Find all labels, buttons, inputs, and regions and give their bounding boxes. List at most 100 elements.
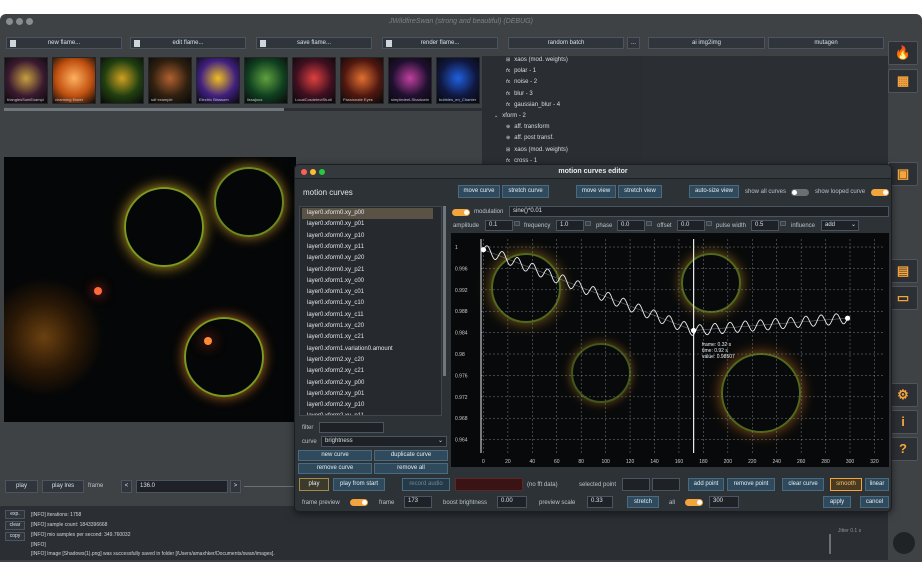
editor-minimize-dot[interactable]	[310, 169, 316, 175]
frequency-stepper[interactable]	[585, 221, 591, 226]
move-view-button[interactable]: move view	[576, 185, 616, 198]
curve-list-item[interactable]: layer0.xform1.xy_c11	[302, 310, 433, 321]
settings-button[interactable]: ⚙	[888, 383, 918, 407]
frequency-field[interactable]: 1.0	[556, 220, 584, 231]
frame-slider[interactable]	[244, 486, 296, 487]
save-flame-button[interactable]: save flame...	[256, 37, 372, 49]
flame-thumbnail[interactable]: bubbles_en_Chanter	[436, 57, 480, 104]
grid-button[interactable]: ▦	[888, 69, 918, 93]
flame-thumbnail[interactable]	[100, 57, 144, 104]
preview-scale-field[interactable]: 0.33	[587, 496, 613, 508]
tree-item[interactable]: ⊕ aff. transform	[506, 124, 549, 130]
show-all-curves-toggle[interactable]	[791, 189, 809, 196]
curve-select[interactable]: brightness ⌄	[321, 436, 447, 447]
amplitude-stepper[interactable]	[514, 221, 520, 226]
play-lres-button[interactable]: play lres	[42, 480, 84, 493]
tree-item[interactable]: ⊕ aff. post transf.	[506, 135, 554, 141]
new-curve-button[interactable]: new curve	[298, 450, 372, 461]
modulation-input[interactable]: sine()*0.01	[509, 206, 889, 217]
frame-field[interactable]: 136.0	[136, 480, 228, 493]
transform-tree[interactable]: ⊞ xaos (mod. weights) 𝑓x polar - 1 𝑓x noise -…	[482, 56, 642, 179]
play-button[interactable]: play	[5, 480, 38, 493]
render-flame-button[interactable]: render flame...	[382, 37, 498, 49]
pulse-width-field[interactable]: 0.5	[751, 220, 779, 231]
next-frame-button[interactable]: >	[230, 480, 241, 493]
curve-list-item[interactable]: layer0.xform1.xy_c20	[302, 321, 433, 332]
offset-field[interactable]: 0.0	[677, 220, 705, 231]
clear-log-button[interactable]: clear	[5, 521, 25, 530]
edit-flame-button[interactable]: edit flame...	[130, 37, 246, 49]
add-point-button[interactable]: add point	[688, 478, 724, 491]
remove-curve-button[interactable]: remove curve	[298, 463, 372, 474]
filter-input[interactable]	[319, 422, 384, 433]
curve-list-item[interactable]: layer0.xform1.xy_c21	[302, 332, 433, 343]
modulation-toggle[interactable]	[452, 209, 470, 216]
editor-maximize-dot[interactable]	[319, 169, 325, 175]
remove-point-button[interactable]: remove point	[727, 478, 775, 491]
linear-button[interactable]: linear	[865, 478, 889, 491]
tree-item[interactable]: ⊞ xaos (mod. weights)	[506, 57, 568, 63]
curve-list-item[interactable]: layer0.xform0.xy_p01	[302, 219, 433, 230]
frame-preview-toggle[interactable]	[350, 499, 368, 506]
tree-item[interactable]: 𝑓x blur - 3	[506, 91, 533, 97]
record-audio-button[interactable]: record audio	[402, 478, 450, 491]
offset-stepper[interactable]	[706, 221, 712, 226]
selected-point-y-field[interactable]	[652, 478, 680, 491]
info-button[interactable]: i	[888, 410, 918, 434]
new-flame-button[interactable]: new flame...	[6, 37, 122, 49]
tree-item[interactable]: 𝑓x noise - 2	[506, 79, 537, 85]
remove-all-button[interactable]: remove all	[374, 463, 448, 474]
curve-list-item[interactable]: layer0.xform2.xy_p11	[302, 411, 433, 415]
editor-frame-field[interactable]: 173	[404, 496, 432, 508]
smooth-button[interactable]: smooth	[830, 478, 862, 491]
export-log-button[interactable]: exp.	[5, 510, 25, 519]
stretch-button[interactable]: stretch	[627, 496, 659, 508]
mutagen-button[interactable]: mutagen	[768, 37, 884, 49]
copy-log-button[interactable]: copy	[5, 532, 25, 541]
tree-item[interactable]: ⊞ xaos (mod. weights)	[506, 147, 568, 153]
curve-list-item[interactable]: layer0.xform0.xy_p20	[302, 253, 433, 264]
all-frames-field[interactable]: 300	[709, 496, 739, 508]
curve-list-scrollbar[interactable]	[443, 206, 446, 376]
audio-button[interactable]: ▣	[888, 162, 918, 186]
curve-list-item[interactable]: layer0.xform2.xy_c21	[302, 366, 433, 377]
curve-list-item[interactable]: layer0.xform0.xy_p21	[302, 265, 433, 276]
flame-thumbnail[interactable]: Passionate Eyes	[340, 57, 384, 104]
phase-field[interactable]: 0.0	[617, 220, 645, 231]
folder-button[interactable]: ▭	[888, 286, 918, 310]
tree-item[interactable]: 𝑓x cross - 1	[506, 158, 537, 164]
selected-point-x-field[interactable]	[622, 478, 650, 491]
curve-list-item[interactable]: layer0.xform0.xy_p10	[302, 231, 433, 242]
random-batch-button[interactable]: random batch	[508, 37, 624, 49]
flame-thumbnail[interactable]: LocalCosdetectStudi	[292, 57, 336, 104]
curve-list-item[interactable]: layer0.xform0.xy_p00	[302, 208, 433, 219]
curve-list-item[interactable]: layer0.xform2.xy_c20	[302, 355, 433, 366]
apply-button[interactable]: apply	[823, 496, 851, 508]
flame-thumbnail[interactable]: Electric Blossom	[196, 57, 240, 104]
all-toggle[interactable]	[685, 499, 703, 506]
curve-list-item[interactable]: layer0.xform1.variation0.amount	[302, 344, 433, 355]
stretch-curve-button[interactable]: stretch curve	[502, 185, 549, 198]
amplitude-field[interactable]: 0.1	[485, 220, 513, 231]
curve-plot[interactable]: 0 20 40 60 80 100 120 140 160 180 200 220 240 260 280 3…	[451, 233, 889, 467]
curve-list-item[interactable]: layer0.xform2.xy_p10	[302, 400, 433, 411]
editor-play-button[interactable]: play	[299, 478, 329, 491]
help-button[interactable]: ?	[888, 437, 918, 461]
flame-thumbnail[interactable]: sdf example	[148, 57, 192, 104]
boost-brightness-field[interactable]: 0.00	[497, 496, 527, 508]
editor-close-dot[interactable]	[301, 169, 307, 175]
stretch-view-button[interactable]: stretch view	[618, 185, 662, 198]
play-from-start-button[interactable]: play from start	[333, 478, 385, 491]
tree-item[interactable]: ⌄ xform - 2	[494, 113, 526, 119]
flame-button[interactable]: 🔥	[888, 41, 918, 65]
phase-stepper[interactable]	[646, 221, 652, 226]
curve-list-item[interactable]: layer0.xform1.xy_c00	[302, 276, 433, 287]
gallery-button[interactable]: ▤	[888, 259, 918, 283]
curve-list-item[interactable]: layer0.xform2.xy_p01	[302, 389, 433, 400]
curve-list-item[interactable]: layer0.xform0.xy_p11	[302, 242, 433, 253]
curve-list-item[interactable]: layer0.xform2.xy_p00	[302, 378, 433, 389]
ai-img2img-button[interactable]: ai img2img	[648, 37, 765, 49]
duplicate-curve-button[interactable]: duplicate curve	[374, 450, 448, 461]
curve-list-item[interactable]: layer0.xform1.xy_c01	[302, 287, 433, 298]
log-scrollbar[interactable]	[829, 534, 831, 554]
